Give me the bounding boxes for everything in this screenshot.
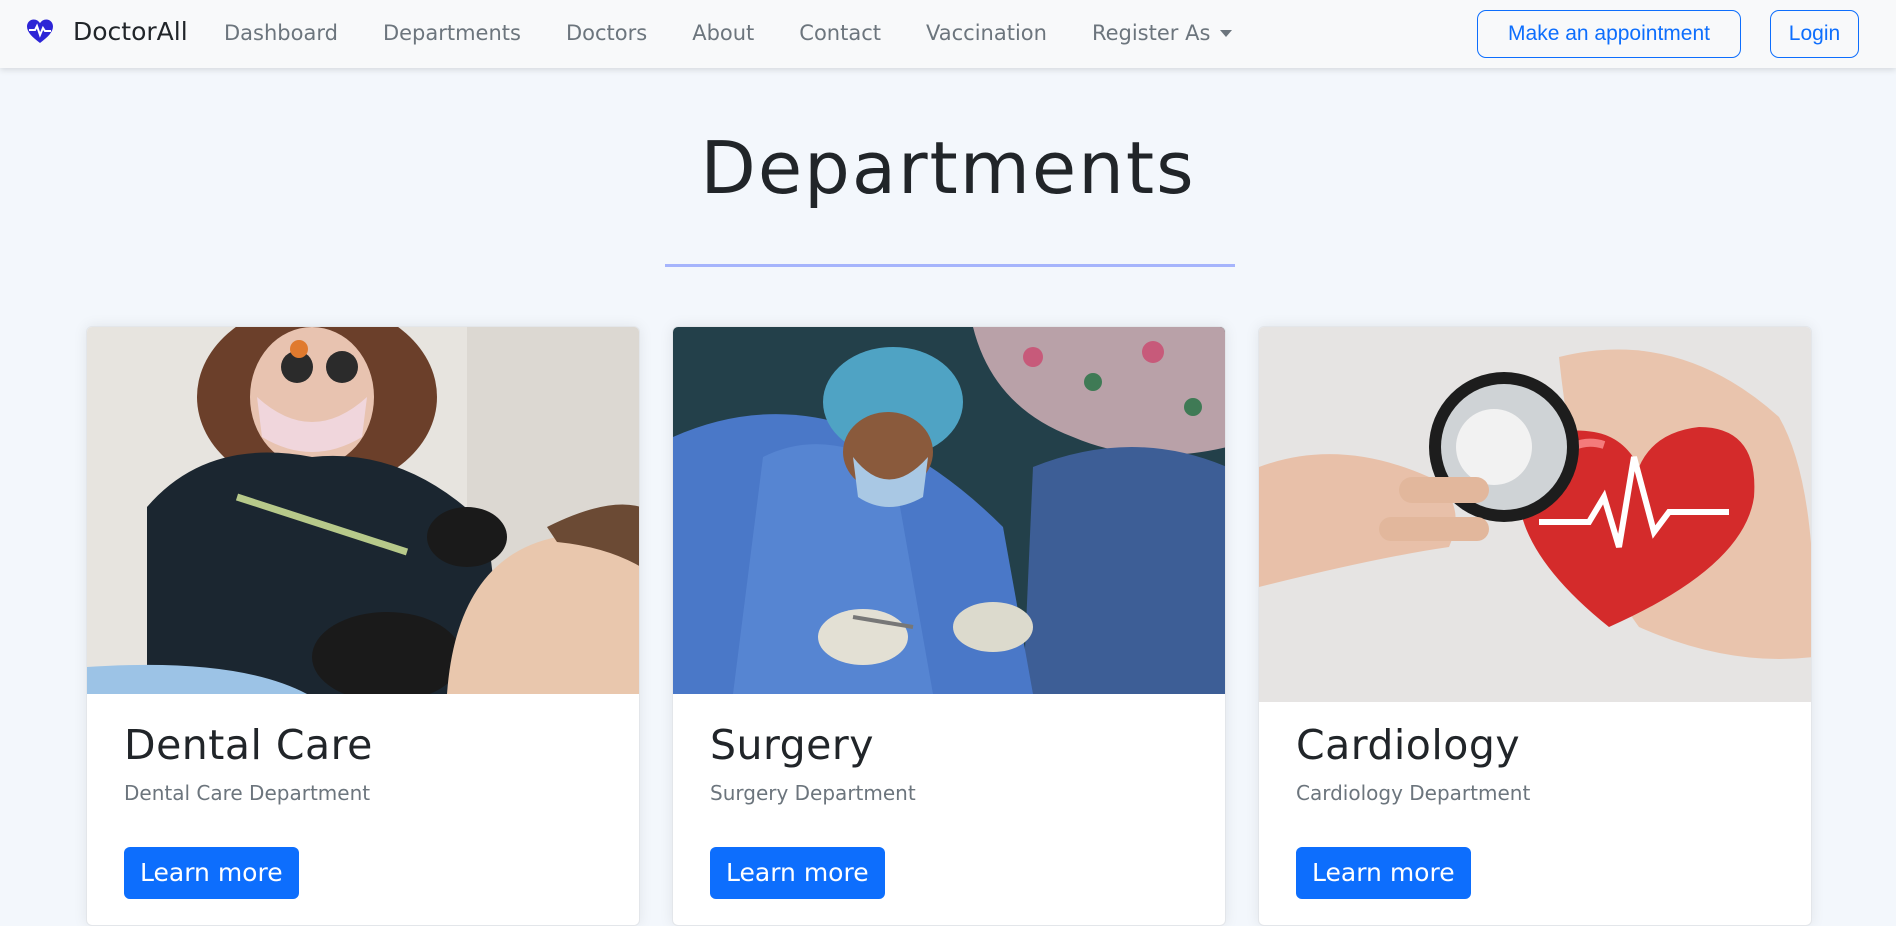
caret-down-icon [1220,29,1233,37]
card-title: Surgery [710,721,875,769]
nav-link-vaccination[interactable]: Vaccination [926,19,1047,47]
card-title: Cardiology [1296,721,1521,769]
top-navbar: DoctorAll Dashboard Departments Doctors … [0,0,1896,68]
nav-link-dashboard[interactable]: Dashboard [224,19,338,47]
card-subtitle: Cardiology Department [1296,781,1531,805]
nav-link-about[interactable]: About [692,19,754,47]
card-title: Dental Care [124,721,373,769]
surgeons-operating-photo [673,327,1225,694]
nav-link-doctors[interactable]: Doctors [566,19,647,47]
nav-link-contact[interactable]: Contact [799,19,881,47]
brand-name: DoctorAll [73,17,188,46]
nav-links: Dashboard Departments Doctors About Cont… [224,19,1277,47]
department-card-dental: Dental Care Dental Care Department Learn… [86,326,640,926]
learn-more-button[interactable]: Learn more [1296,847,1471,899]
card-subtitle: Dental Care Department [124,781,371,805]
department-card-surgery: Surgery Surgery Department Learn more [672,326,1226,926]
register-as-label: Register As [1091,21,1211,45]
learn-more-button[interactable]: Learn more [710,847,885,899]
page-title: Departments [700,126,1196,210]
title-divider [665,264,1235,267]
heart-pulse-icon [26,18,54,46]
make-appointment-button[interactable]: Make an appointment [1477,10,1741,58]
dentist-treating-patient-photo [87,327,639,694]
learn-more-button[interactable]: Learn more [124,847,299,899]
stethoscope-on-heart-photo [1259,327,1811,702]
nav-link-departments[interactable]: Departments [383,19,521,47]
department-card-cardiology: Cardiology Cardiology Department Learn m… [1258,326,1812,926]
brand[interactable]: DoctorAll [26,17,188,47]
login-button[interactable]: Login [1770,10,1859,58]
register-as-dropdown[interactable]: Register As [1091,19,1233,47]
card-subtitle: Surgery Department [710,781,916,805]
